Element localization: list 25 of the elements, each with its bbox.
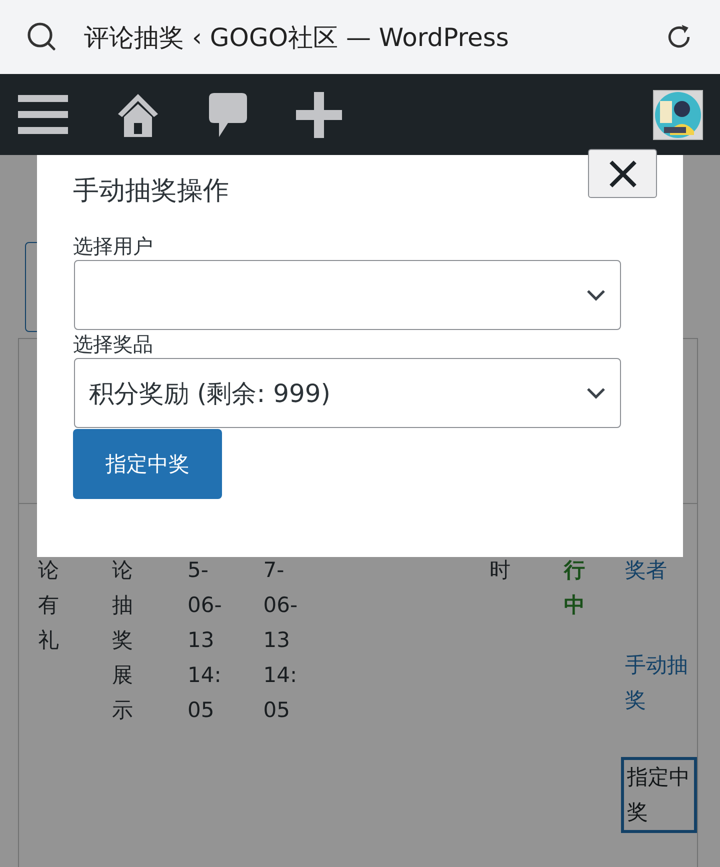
select-field[interactable]	[74, 260, 621, 330]
chevron-icon	[586, 289, 606, 301]
table-cell-text: 5-06-13 14:05	[187, 557, 223, 724]
table-cell-text: 7-06-13 14:05	[263, 557, 299, 724]
submit-button[interactable]: 指定中奖	[73, 429, 222, 499]
status-label: 行中	[564, 557, 586, 619]
assign-button[interactable]: 指定中奖	[621, 757, 697, 833]
modal-title: 手动抽奖操作	[73, 175, 230, 208]
menu-icon[interactable]	[18, 92, 68, 136]
table-cell-text: 时	[489, 557, 510, 584]
comment-icon[interactable]	[208, 92, 248, 138]
table-cell-text: 论抽奖展示	[112, 557, 133, 724]
action-link[interactable]: 手动抽奖	[625, 648, 695, 718]
home-icon[interactable]	[116, 92, 160, 138]
search-icon[interactable]	[26, 21, 58, 53]
close-icon	[608, 158, 638, 188]
select-field[interactable]: 积分奖励 (剩余: 999)	[74, 358, 621, 428]
plus-icon[interactable]	[296, 92, 342, 138]
chevron-icon	[586, 387, 606, 399]
field-label: 选择奖品	[73, 331, 154, 358]
page-title: 评论抽奖 ‹ GOGO社区 — WordPress	[84, 22, 510, 54]
table-cell-text: 论有礼	[38, 557, 59, 654]
close-button[interactable]	[588, 149, 657, 198]
action-link[interactable]: 奖者	[625, 553, 695, 588]
field-label: 选择用户	[73, 233, 154, 260]
